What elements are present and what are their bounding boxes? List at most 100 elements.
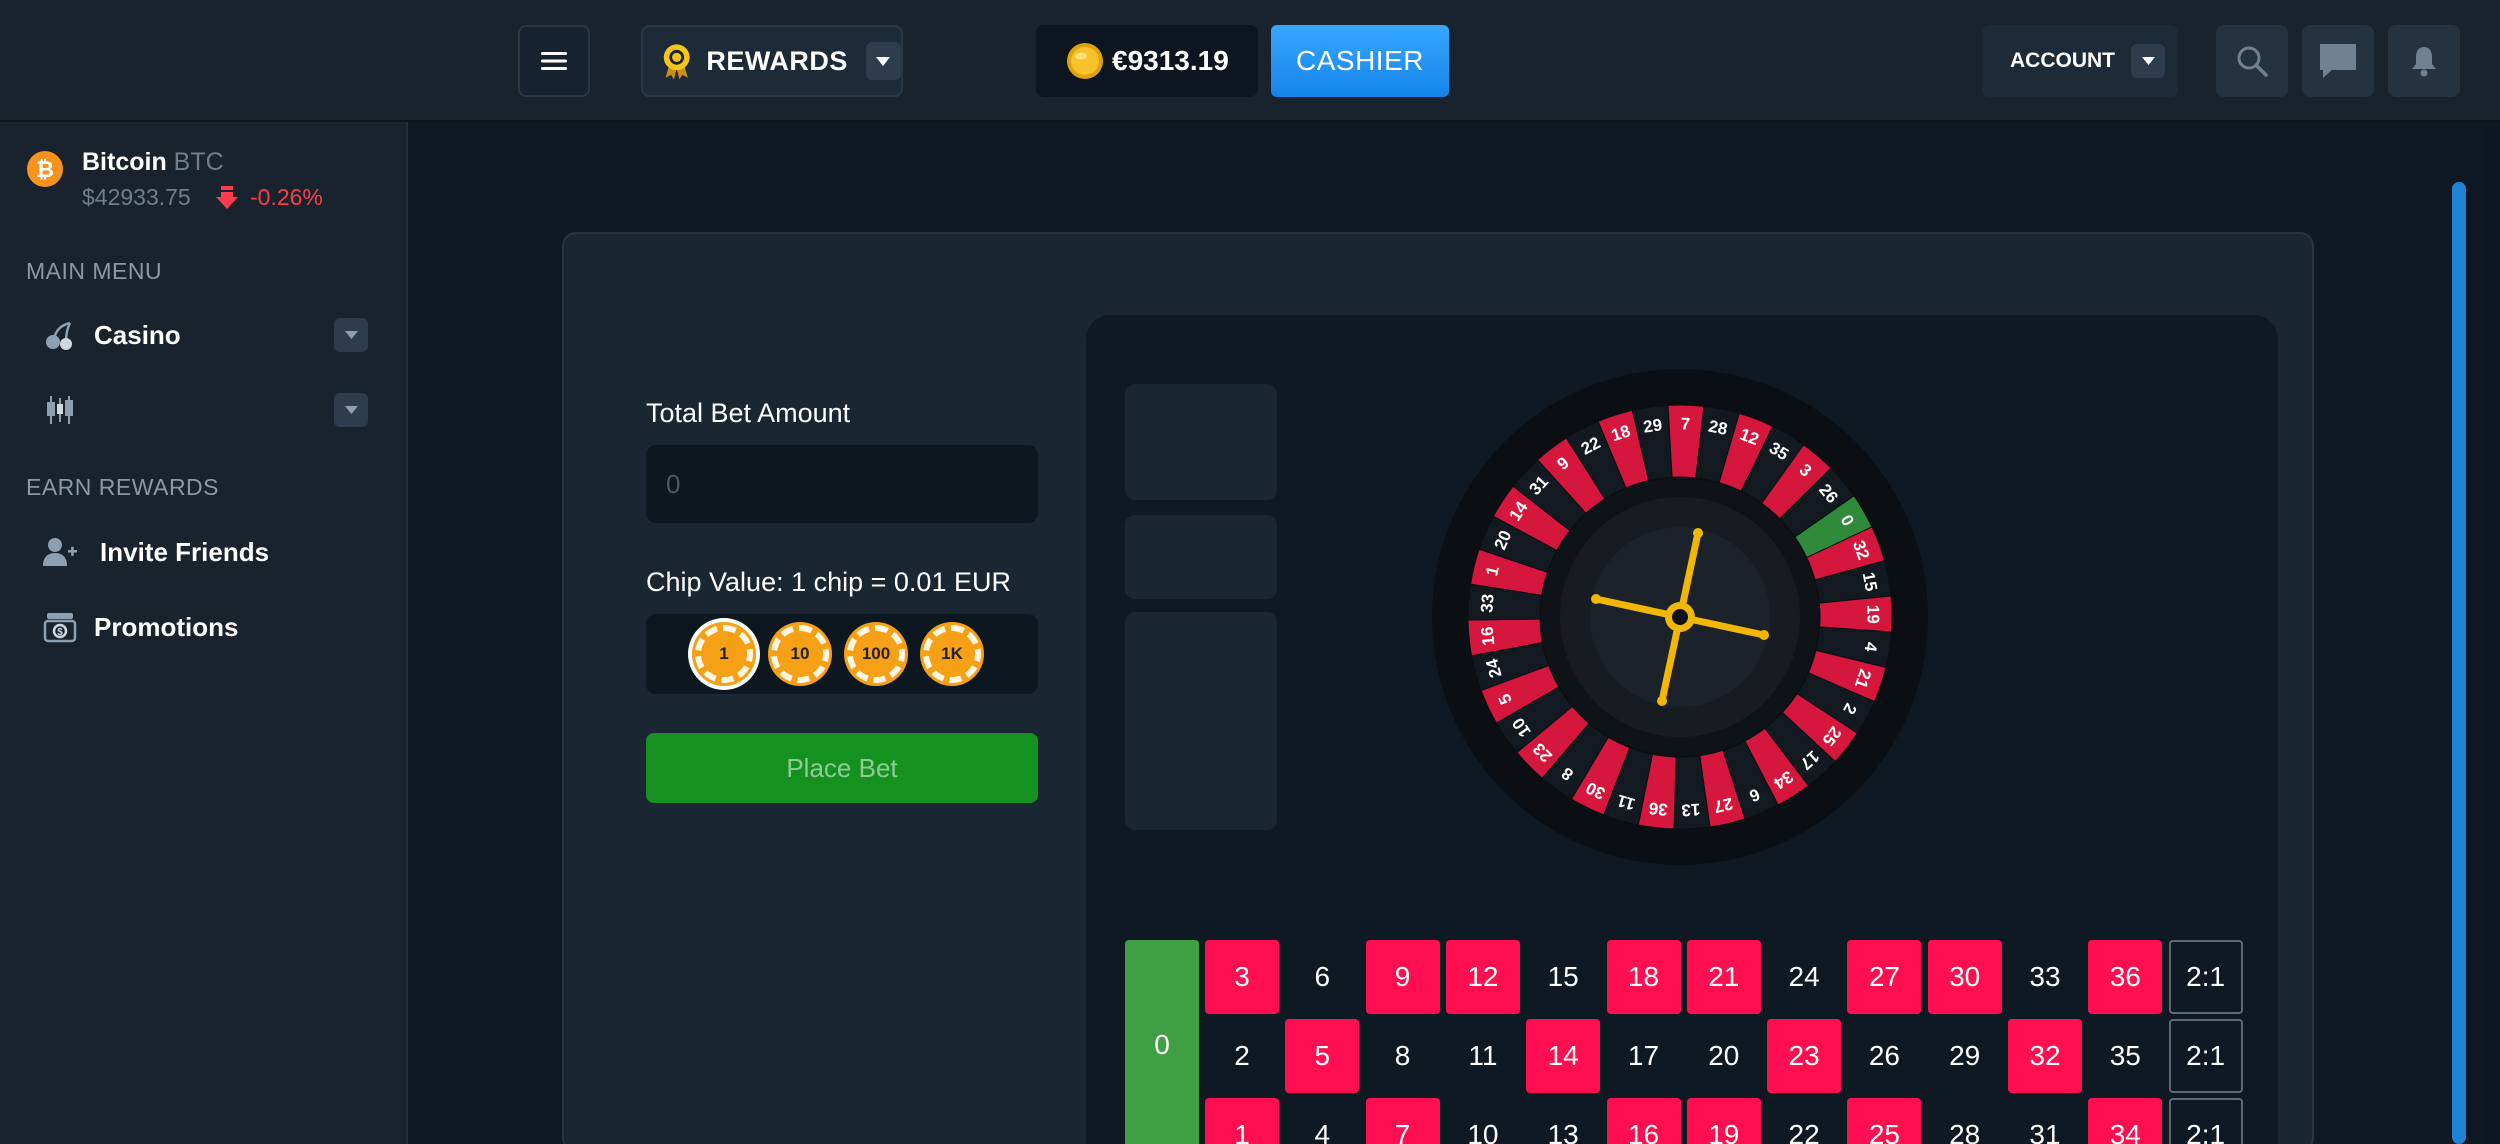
svg-text:$: $ bbox=[57, 627, 63, 638]
page-scrollbar-thumb[interactable] bbox=[2452, 182, 2466, 1144]
cherries-icon bbox=[40, 319, 80, 351]
notifications-button[interactable] bbox=[2388, 25, 2460, 97]
crypto-symbol: BTC bbox=[173, 148, 224, 176]
history-panel-1 bbox=[1125, 384, 1277, 500]
crypto-change-value: -0.26% bbox=[250, 184, 323, 210]
caret-down-icon bbox=[2141, 57, 2155, 65]
bet-cell-14[interactable]: 14 bbox=[1526, 1019, 1601, 1093]
bet-cell-32[interactable]: 32 bbox=[2008, 1019, 2082, 1093]
bet-cell-13[interactable]: 13 bbox=[1526, 1098, 1600, 1144]
bet-cell-29[interactable]: 29 bbox=[1928, 1019, 2002, 1093]
bet-cell-17[interactable]: 17 bbox=[1607, 1019, 1681, 1093]
main-menu-title: MAIN MENU bbox=[26, 258, 163, 284]
column-bet-1[interactable]: 2:1 bbox=[2168, 1098, 2243, 1144]
bet-cell-6[interactable]: 6 bbox=[1285, 940, 1359, 1014]
chip-1-label: 1 bbox=[719, 644, 729, 663]
crypto-price: $42933.75 bbox=[82, 184, 191, 210]
account-menu-button[interactable]: ACCOUNT bbox=[1982, 25, 2178, 97]
crypto-change: -0.26% bbox=[216, 184, 323, 211]
bet-cell-28[interactable]: 28 bbox=[1928, 1098, 2002, 1144]
bet-cell-15[interactable]: 15 bbox=[1526, 940, 1600, 1014]
bet-cell-20[interactable]: 20 bbox=[1687, 1019, 1761, 1093]
roulette-board: 0 32 15 19 4 21 2 25 17 34 6 27 13 36 11 30 8 23 10 5 24 16 33… bbox=[1086, 315, 2278, 1144]
balance-amount: €9313.19 bbox=[1112, 45, 1229, 76]
chip-selector: 1 10 100 1K bbox=[646, 614, 1038, 694]
chip-10[interactable]: 10 bbox=[768, 622, 832, 686]
chat-icon bbox=[2320, 44, 2356, 78]
bet-cell-8[interactable]: 8 bbox=[1366, 1019, 1440, 1093]
chat-button[interactable] bbox=[2302, 25, 2374, 97]
crypto-name-line: Bitcoin BTC bbox=[82, 148, 224, 177]
bet-cell-12[interactable]: 12 bbox=[1445, 940, 1520, 1014]
chip-100[interactable]: 100 bbox=[844, 622, 908, 686]
bet-cell-30[interactable]: 30 bbox=[1927, 940, 2002, 1014]
search-button[interactable] bbox=[2216, 25, 2288, 97]
account-dropdown-toggle[interactable] bbox=[2131, 44, 2165, 78]
promotions-icon: $ bbox=[40, 611, 80, 643]
sidebar-item-promotions-label: Promotions bbox=[94, 611, 239, 642]
bet-cell-36[interactable]: 36 bbox=[2088, 940, 2163, 1014]
wheel-number-36: 36 bbox=[1648, 798, 1669, 819]
bet-cell-zero[interactable]: 0 bbox=[1125, 940, 1199, 1144]
caret-down-icon bbox=[344, 331, 358, 339]
bet-cell-10[interactable]: 10 bbox=[1446, 1098, 1520, 1144]
bet-cell-18[interactable]: 18 bbox=[1606, 940, 1681, 1014]
arrow-down-icon bbox=[216, 185, 238, 209]
wheel-number-15: 15 bbox=[1859, 571, 1881, 593]
bet-cell-2[interactable]: 2 bbox=[1205, 1019, 1279, 1093]
crypto-name: Bitcoin bbox=[82, 148, 167, 176]
bet-cell-19[interactable]: 19 bbox=[1686, 1098, 1761, 1144]
bet-cell-21[interactable]: 21 bbox=[1686, 940, 1761, 1014]
chip-1k-label: 1K bbox=[941, 644, 963, 663]
chip-value-label: Chip Value: 1 chip = 0.01 EUR bbox=[646, 567, 1011, 597]
bet-cell-26[interactable]: 26 bbox=[1847, 1019, 1921, 1093]
wheel-number-7: 7 bbox=[1680, 414, 1690, 433]
bet-cell-23[interactable]: 23 bbox=[1767, 1019, 1842, 1093]
sidebar-item-casino-label: Casino bbox=[94, 319, 181, 350]
sidebar-item-invite-label: Invite Friends bbox=[100, 536, 270, 567]
chip-1k[interactable]: 1K bbox=[920, 622, 984, 686]
rewards-button[interactable]: REWARDS bbox=[641, 25, 903, 97]
bet-cell-25[interactable]: 25 bbox=[1847, 1098, 1922, 1144]
casino-expand-toggle[interactable] bbox=[334, 318, 368, 352]
bet-cell-9[interactable]: 9 bbox=[1365, 940, 1440, 1014]
sidebar: ₿ Bitcoin BTC $42933.75 -0.26% MAIN MENU bbox=[0, 122, 408, 1144]
chip-10-label: 10 bbox=[790, 644, 810, 663]
total-bet-input[interactable] bbox=[646, 445, 1038, 523]
trading-expand-toggle[interactable] bbox=[334, 393, 368, 427]
bet-cell-16[interactable]: 16 bbox=[1606, 1098, 1681, 1144]
bet-cell-3[interactable]: 3 bbox=[1205, 940, 1279, 1014]
chip-1[interactable]: 1 bbox=[692, 622, 756, 686]
sidebar-item-invite-friends[interactable]: Invite Friends bbox=[40, 529, 368, 575]
column-bet-2[interactable]: 2:1 bbox=[2168, 1019, 2243, 1093]
chip-100-label: 100 bbox=[861, 644, 891, 663]
bet-cell-35[interactable]: 35 bbox=[2088, 1019, 2162, 1093]
search-icon bbox=[2237, 46, 2268, 77]
wallet-balance[interactable]: €9313.19 bbox=[1036, 25, 1258, 97]
bet-cell-31[interactable]: 31 bbox=[2008, 1098, 2082, 1144]
sidebar-item-promotions[interactable]: $ Promotions bbox=[40, 604, 368, 650]
bet-cell-34[interactable]: 34 bbox=[2088, 1098, 2163, 1144]
bet-cell-24[interactable]: 24 bbox=[1767, 940, 1841, 1014]
bet-cell-5[interactable]: 5 bbox=[1285, 1019, 1360, 1093]
bet-cell-22[interactable]: 22 bbox=[1767, 1098, 1841, 1144]
bet-cell-11[interactable]: 11 bbox=[1446, 1019, 1520, 1093]
bet-cell-33[interactable]: 33 bbox=[2008, 940, 2082, 1014]
rewards-dropdown-toggle[interactable] bbox=[865, 42, 901, 80]
cashier-button[interactable]: CASHIER bbox=[1271, 25, 1449, 97]
candlestick-chart-icon bbox=[40, 394, 80, 426]
wheel-number-29: 29 bbox=[1642, 415, 1663, 436]
svg-text:₿: ₿ bbox=[36, 157, 54, 182]
bet-cell-27[interactable]: 27 bbox=[1847, 940, 1922, 1014]
bet-cell-7[interactable]: 7 bbox=[1365, 1098, 1440, 1144]
coin-icon bbox=[1067, 43, 1103, 79]
bet-cell-1[interactable]: 1 bbox=[1205, 1098, 1279, 1144]
bet-cell-4[interactable]: 4 bbox=[1285, 1098, 1359, 1144]
sidebar-item-trading[interactable] bbox=[40, 387, 368, 433]
column-bet-3[interactable]: 2:1 bbox=[2168, 940, 2243, 1014]
wheel-number-19: 19 bbox=[1863, 605, 1882, 624]
hamburger-menu-button[interactable] bbox=[518, 25, 590, 97]
place-bet-button[interactable]: Place Bet bbox=[646, 733, 1038, 803]
sidebar-item-casino[interactable]: Casino bbox=[40, 312, 368, 358]
page-scrollbar-track[interactable] bbox=[2484, 122, 2500, 1144]
